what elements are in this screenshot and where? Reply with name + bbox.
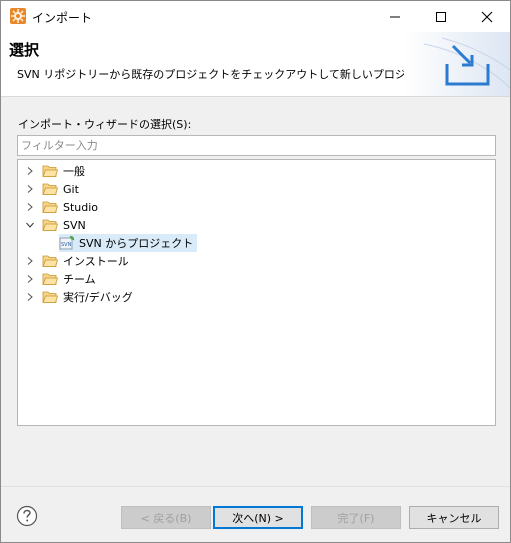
chevron-right-icon[interactable]	[25, 274, 35, 284]
tree-item-svn[interactable]: SVN	[25, 216, 86, 234]
tree-item-label: 実行/デバッグ	[63, 291, 133, 304]
wizard-tree[interactable]: 一般 Git Studio SVN SVN SVN からプロジェクト インストー…	[17, 159, 496, 426]
chevron-right-icon[interactable]	[25, 166, 35, 176]
folder-open-icon	[42, 219, 58, 231]
back-button[interactable]: < 戻る(B)	[121, 506, 211, 529]
button-bar-divider	[1, 486, 510, 487]
help-icon[interactable]	[16, 505, 38, 527]
tree-item-git[interactable]: Git	[25, 180, 79, 198]
tree-item-team[interactable]: チーム	[25, 270, 96, 288]
window-title: インポート	[32, 11, 93, 25]
selected-item-highlight[interactable]: SVN SVN からプロジェクト	[59, 234, 198, 252]
page-title: 選択	[9, 41, 40, 59]
filter-input[interactable]	[17, 135, 496, 156]
cancel-button[interactable]: キャンセル	[409, 506, 499, 529]
title-bar: インポート	[1, 1, 510, 32]
wizard-select-label: インポート・ウィザードの選択(S):	[18, 118, 192, 131]
tree-item-label: チーム	[63, 273, 96, 286]
maximize-button[interactable]	[418, 1, 464, 32]
tree-item-svn-checkout-project[interactable]: SVN SVN からプロジェクト	[59, 234, 198, 252]
folder-icon	[42, 183, 58, 195]
tree-item-label: SVN	[63, 218, 86, 232]
tree-item-label: Git	[63, 182, 79, 196]
svg-text:SVN: SVN	[61, 242, 72, 248]
folder-icon	[42, 273, 58, 285]
close-button[interactable]	[464, 1, 510, 32]
svn-project-icon: SVN	[59, 235, 75, 250]
eclipse-app-icon	[10, 8, 26, 24]
wizard-header: 選択 SVN リポジトリーから既存のプロジェクトをチェックアウトして新しいプロジ…	[1, 32, 510, 97]
import-dialog: インポート 選択 SVN リポジトリーから既存のプロジェクトをチェックアウトして…	[0, 0, 511, 543]
minimize-button[interactable]	[372, 1, 418, 32]
chevron-right-icon[interactable]	[25, 256, 35, 266]
chevron-right-icon[interactable]	[25, 292, 35, 302]
tree-item-studio[interactable]: Studio	[25, 198, 98, 216]
chevron-right-icon[interactable]	[25, 184, 35, 194]
chevron-right-icon[interactable]	[25, 202, 35, 212]
next-button[interactable]: 次へ(N) >	[213, 506, 303, 529]
finish-button[interactable]: 完了(F)	[311, 506, 401, 529]
folder-icon	[42, 255, 58, 267]
folder-icon	[42, 201, 58, 213]
tree-item-general[interactable]: 一般	[25, 162, 85, 180]
folder-icon	[42, 165, 58, 177]
tree-item-label: 一般	[63, 165, 85, 178]
tree-item-label: インストール	[63, 255, 129, 268]
chevron-down-icon[interactable]	[25, 220, 35, 230]
import-wizard-banner-icon	[404, 32, 510, 96]
tree-item-label: Studio	[63, 200, 99, 214]
tree-item-run-debug[interactable]: 実行/デバッグ	[25, 288, 133, 306]
tree-item-label: SVN からプロジェクト	[79, 237, 194, 250]
tree-item-install[interactable]: インストール	[25, 252, 129, 270]
folder-icon	[42, 291, 58, 303]
